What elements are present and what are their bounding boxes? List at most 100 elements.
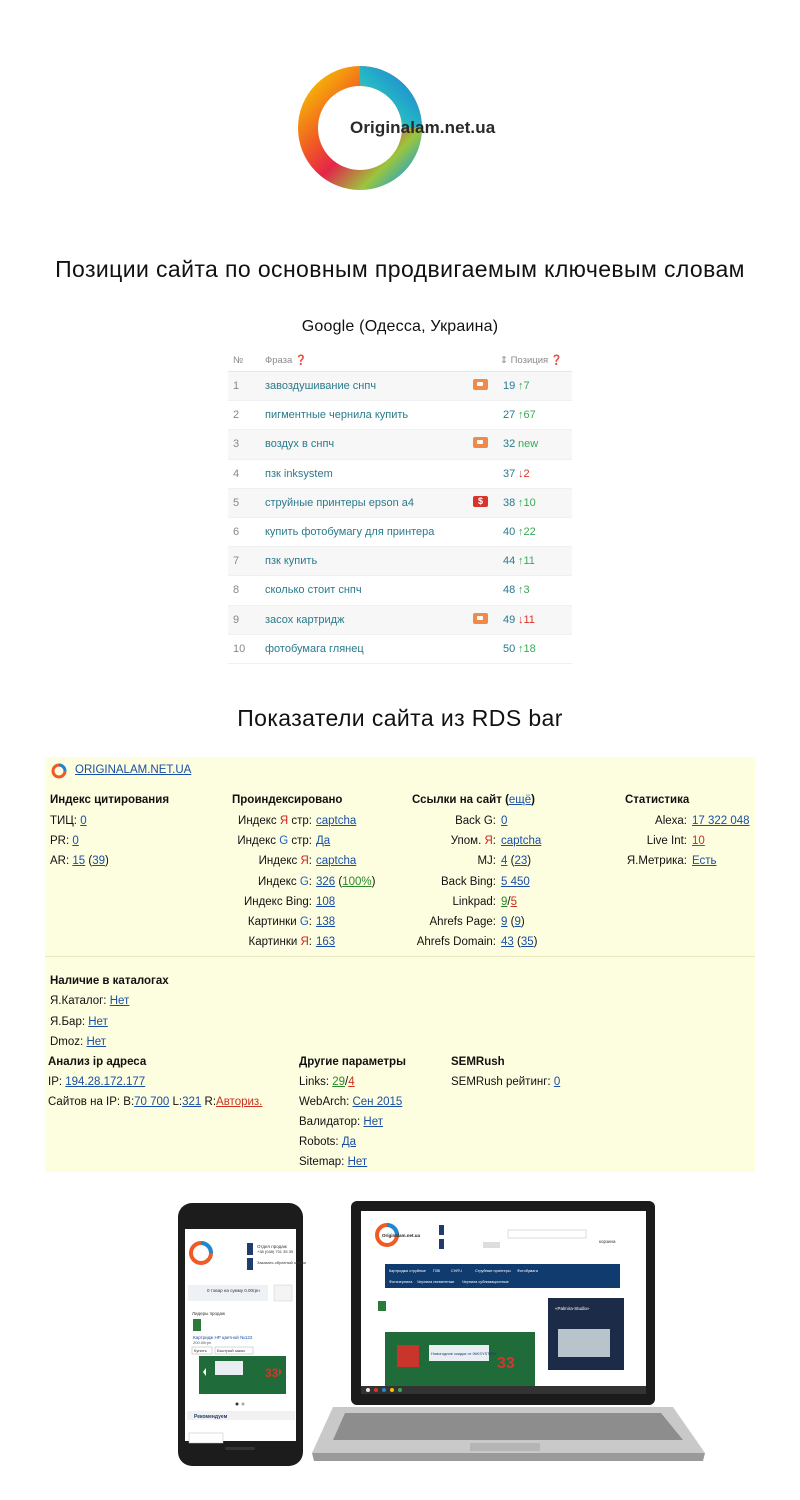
row-phrase[interactable]: купить фотобумагу для принтера bbox=[265, 526, 434, 538]
laptop-menu-item[interactable]: СНПЧ bbox=[451, 1269, 462, 1273]
metrika-value[interactable]: Есть bbox=[692, 855, 717, 867]
ahrefs-page-value-2[interactable]: 9 bbox=[514, 916, 520, 928]
webarch-value[interactable]: Сен 2015 bbox=[352, 1096, 402, 1108]
idx-g-percent[interactable]: 100% bbox=[342, 876, 371, 888]
upom-value[interactable]: captcha bbox=[501, 835, 541, 847]
backbing-value[interactable]: 5 450 bbox=[501, 876, 530, 888]
ip-r-value[interactable]: Авториз. bbox=[216, 1096, 262, 1108]
row-change-value: 67 bbox=[523, 409, 536, 422]
idx-ya-pages-value[interactable]: captcha bbox=[316, 815, 356, 827]
laptop-menu-item[interactable]: Чернила сублимационные bbox=[462, 1280, 509, 1284]
linkpad-value-1[interactable]: 9 bbox=[501, 896, 507, 908]
laptop-search[interactable] bbox=[507, 1229, 587, 1239]
phone-cart[interactable]: 0 товар на сумму 0.00грн bbox=[207, 1288, 260, 1293]
video-icon[interactable] bbox=[473, 437, 488, 449]
phone-order[interactable]: Заказать обратный звонок bbox=[257, 1260, 306, 1265]
laptop-menu-item[interactable]: Фотачернила bbox=[389, 1280, 413, 1284]
tic-value[interactable]: 0 bbox=[80, 815, 86, 827]
other-links-value-1[interactable]: 29 bbox=[332, 1076, 345, 1088]
semrush-value[interactable]: 0 bbox=[554, 1076, 560, 1088]
row-number: 4 bbox=[233, 467, 240, 480]
ahrefs-domain-label: Ahrefs Domain: bbox=[416, 936, 496, 949]
ar-value-2[interactable]: 39 bbox=[92, 855, 105, 867]
pr-row: PR: 0 bbox=[50, 835, 79, 847]
ip-label: IP: bbox=[48, 1076, 63, 1088]
row-phrase[interactable]: фотобумага глянец bbox=[265, 643, 364, 655]
ar-value-1[interactable]: 15 bbox=[72, 855, 85, 867]
liveint-value[interactable]: 10 bbox=[692, 835, 705, 847]
table-row: 6 купить фотобумагу для принтера 40 ↑22 bbox=[228, 518, 572, 548]
laptop-menu-item[interactable]: Чернила пигментные bbox=[417, 1280, 454, 1284]
phone-buy-button[interactable]: Купить bbox=[194, 1348, 207, 1353]
g-letter: G bbox=[299, 915, 309, 928]
laptop-menu-item[interactable]: Фотобумага bbox=[517, 1269, 539, 1273]
dollar-icon[interactable]: $ bbox=[473, 495, 488, 507]
img-ya-value[interactable]: 163 bbox=[316, 936, 335, 948]
mj-value-2[interactable]: 23 bbox=[514, 855, 527, 867]
idx-bing-value[interactable]: 108 bbox=[316, 896, 335, 908]
links-more-link[interactable]: ещё bbox=[509, 794, 531, 806]
row-phrase[interactable]: воздух в снпч bbox=[265, 438, 334, 450]
row-phrase[interactable]: струйные принтеры epson a4 bbox=[265, 497, 414, 509]
row-position: 49 bbox=[503, 613, 516, 626]
phone-quick-button[interactable]: Быстрый заказ bbox=[217, 1348, 245, 1353]
semrush-label: SEMRush рейтинг: bbox=[451, 1076, 551, 1088]
row-change-value: 11 bbox=[523, 555, 535, 568]
row-phrase[interactable]: сколько стоит снпч bbox=[265, 584, 362, 596]
ip-title: Анализ ip адреса bbox=[48, 1056, 147, 1068]
row-phrase[interactable]: пигментные чернила купить bbox=[265, 409, 408, 421]
ip-l-value[interactable]: 321 bbox=[182, 1096, 201, 1108]
backg-value[interactable]: 0 bbox=[501, 815, 507, 827]
row-change: ↓11 bbox=[518, 614, 535, 626]
other-links-value-2[interactable]: 4 bbox=[348, 1076, 354, 1088]
yabar-value[interactable]: Нет bbox=[88, 1016, 108, 1028]
rds-site-link[interactable]: ORIGINALAM.NET.UA bbox=[75, 764, 191, 776]
row-change-value: 11 bbox=[523, 613, 535, 626]
video-icon[interactable] bbox=[473, 612, 488, 624]
laptop-menu-item[interactable]: ПЗК bbox=[433, 1269, 441, 1273]
webarch-row: WebArch: Сен 2015 bbox=[299, 1096, 402, 1108]
ip-value[interactable]: 194.28.172.177 bbox=[65, 1076, 145, 1088]
idx-g-value[interactable]: 326 bbox=[316, 876, 335, 888]
yabar-label: Я.Бар: bbox=[50, 1016, 86, 1028]
col-phrase[interactable]: Фраза ❓ bbox=[265, 355, 307, 366]
stats-title: Статистика bbox=[625, 794, 690, 806]
table-row: 8 сколько стоит снпч 48 ↑3 bbox=[228, 576, 572, 606]
col-position[interactable]: ⇕ Позиция ❓ bbox=[500, 355, 563, 366]
row-phrase[interactable]: пзк inksystem bbox=[265, 468, 333, 480]
ahrefs-domain-value-1[interactable]: 43 bbox=[501, 936, 514, 948]
row-phrase[interactable]: засох картридж bbox=[265, 614, 344, 626]
table-body: 1 завоздушивание снпч 19 ↑7 2 пигментные черн… bbox=[228, 372, 572, 664]
alexa-value[interactable]: 17 322 048 bbox=[692, 815, 750, 827]
laptop-cart[interactable]: корзина bbox=[599, 1239, 616, 1244]
robots-value[interactable]: Да bbox=[342, 1136, 356, 1148]
row-phrase[interactable]: завоздушивание снпч bbox=[265, 380, 376, 392]
img-g-value[interactable]: 138 bbox=[316, 916, 335, 928]
img-ya-label: Картинки bbox=[248, 936, 301, 949]
laptop-menu-item[interactable]: Картриджи струйные bbox=[389, 1269, 426, 1273]
table-row: 4 пзк inksystem 37 ↓2 bbox=[228, 460, 572, 489]
laptop-banner-text: Новогодние скидки от INKSYSTEM bbox=[431, 1351, 496, 1356]
phone-recommend-tab[interactable]: Рекомендуем bbox=[194, 1414, 228, 1420]
yacat-value[interactable]: Нет bbox=[110, 995, 130, 1007]
ip-b-value[interactable]: 70 700 bbox=[134, 1096, 169, 1108]
dmoz-value[interactable]: Нет bbox=[86, 1036, 106, 1048]
video-icon[interactable] bbox=[473, 379, 488, 390]
idx-g-pages-value[interactable]: Да bbox=[316, 835, 330, 847]
row-number: 9 bbox=[233, 613, 240, 626]
sitemap-value[interactable]: Нет bbox=[348, 1156, 368, 1168]
links-row: Links: 29/4 bbox=[299, 1076, 355, 1088]
row-phrase[interactable]: пзк купить bbox=[265, 555, 317, 567]
linkpad-value-2[interactable]: 5 bbox=[511, 896, 517, 908]
ahrefs-page-value-1[interactable]: 9 bbox=[501, 916, 507, 928]
mj-value-1[interactable]: 4 bbox=[501, 855, 507, 867]
robots-row: Robots: Да bbox=[299, 1136, 356, 1148]
ahrefs-domain-value-2[interactable]: 35 bbox=[521, 936, 534, 948]
idx-ya-value[interactable]: captcha bbox=[316, 855, 356, 867]
table-row: 5 струйные принтеры epson a4 $38 ↑10 bbox=[228, 488, 572, 518]
devices-mockup: Отдел продаж +38 (048) 701 35 39 Заказат… bbox=[178, 1201, 705, 1466]
pr-value[interactable]: 0 bbox=[72, 835, 78, 847]
laptop-menu-item[interactable]: Струйные принтеры bbox=[475, 1269, 511, 1273]
section-title-positions: Позиции сайта по основным продвигаемым к… bbox=[55, 256, 745, 282]
validator-value[interactable]: Нет bbox=[363, 1116, 383, 1128]
